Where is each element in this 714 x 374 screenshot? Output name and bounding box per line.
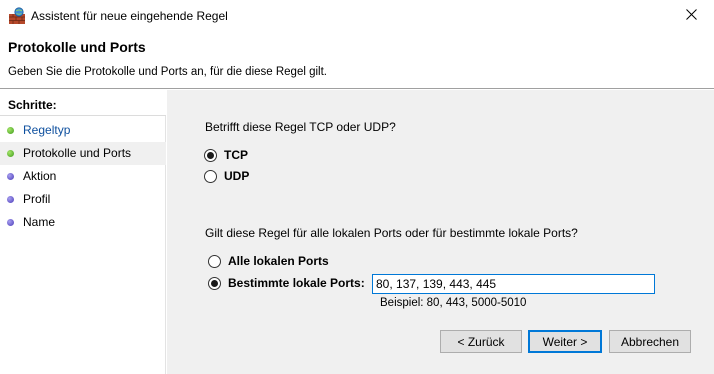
close-icon [685, 9, 697, 23]
cancel-button[interactable]: Abbrechen [609, 330, 691, 353]
title-bar: Assistent für neue eingehende Regel [0, 0, 714, 32]
step-label: Name [23, 215, 56, 229]
step-label: Regeltyp [23, 123, 71, 137]
close-button[interactable] [668, 0, 714, 32]
step-name: Name [0, 211, 166, 234]
steps-heading-label: Schritte: [8, 98, 57, 112]
steps-heading: Schritte: [0, 90, 166, 116]
steps-sidebar: Schritte: Regeltyp Protokolle und Ports … [0, 90, 166, 374]
next-button[interactable]: Weiter > [528, 330, 602, 353]
step-protokolle-und-ports: Protokolle und Ports [0, 142, 166, 165]
radio-label: Bestimmte lokale Ports: [228, 276, 365, 290]
ports-example-hint: Beispiel: 80, 443, 5000-5010 [380, 297, 527, 309]
step-profil: Profil [0, 188, 166, 211]
page-subtitle: Geben Sie die Protokolle und Ports an, f… [8, 66, 327, 78]
radio-label: TCP [224, 148, 248, 162]
step-done-bullet-icon [7, 127, 14, 134]
step-pending-bullet-icon [7, 196, 14, 203]
radio-circle [204, 169, 217, 183]
step-regeltyp[interactable]: Regeltyp [0, 119, 166, 142]
local-ports-input[interactable] [372, 274, 655, 294]
radio-udp[interactable]: UDP [204, 169, 249, 183]
page-title: Protokolle und Ports [8, 39, 146, 55]
radio-label: Alle lokalen Ports [228, 254, 329, 268]
step-pending-bullet-icon [7, 219, 14, 226]
firewall-wall-icon [8, 7, 26, 25]
radio-circle [208, 254, 221, 268]
window-title: Assistent für neue eingehende Regel [31, 9, 228, 23]
step-label: Protokolle und Ports [23, 146, 132, 160]
step-current-bullet-icon [7, 150, 14, 157]
wizard-header: Protokolle und Ports Geben Sie die Proto… [0, 32, 714, 88]
protocol-question: Betrifft diese Regel TCP oder UDP? [205, 120, 396, 134]
radio-tcp[interactable]: TCP [204, 148, 248, 162]
ports-question: Gilt diese Regel für alle lokalen Ports … [205, 226, 578, 240]
step-label: Aktion [23, 169, 57, 183]
radio-specific-local-ports[interactable]: Bestimmte lokale Ports: [208, 276, 365, 290]
back-button[interactable]: < Zurück [440, 330, 522, 353]
step-aktion: Aktion [0, 165, 166, 188]
radio-all-local-ports[interactable]: Alle lokalen Ports [208, 254, 329, 268]
radio-circle [204, 148, 217, 162]
step-label: Profil [23, 192, 51, 206]
radio-circle [208, 276, 221, 290]
step-pending-bullet-icon [7, 173, 14, 180]
radio-label: UDP [224, 169, 250, 183]
